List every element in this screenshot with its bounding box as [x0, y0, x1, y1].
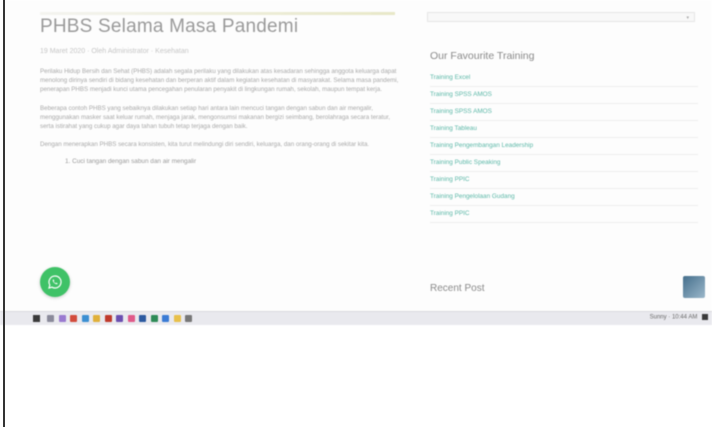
search-input[interactable]: ▾	[427, 12, 695, 22]
article: PHBS Selama Masa Pandemi 19 Maret 2020 ·…	[40, 16, 400, 165]
chrome-icon[interactable]	[70, 315, 77, 322]
header-accent	[40, 12, 395, 15]
screenshot-frame: PHBS Selama Masa Pandemi 19 Maret 2020 ·…	[0, 0, 712, 427]
whatsapp-chat-button[interactable]	[40, 267, 70, 297]
browser-viewport: PHBS Selama Masa Pandemi 19 Maret 2020 ·…	[0, 0, 712, 325]
tray-status-text: Sunny · 10:44 AM	[649, 314, 698, 321]
article-list-item: 1. Cuci tangan dengan sabun dan air meng…	[65, 158, 197, 166]
store-icon[interactable]	[116, 315, 123, 322]
system-tray: Sunny · 10:44 AM	[650, 314, 708, 321]
recent-post-heading: Recent Post	[430, 283, 485, 294]
article-paragraph: Beberapa contoh PHBS yang sebaiknya dila…	[40, 104, 391, 131]
article-meta: 19 Maret 2020 · Oleh Administrator · Kes…	[40, 48, 189, 55]
mail-icon[interactable]	[127, 315, 135, 322]
edge-icon[interactable]	[81, 315, 89, 322]
article-title: PHBS Selama Masa Pandemi	[40, 16, 299, 37]
article-paragraph: Dengan menerapkan PHBS secara konsisten,…	[40, 141, 370, 149]
windows-start-icon[interactable]	[33, 315, 40, 322]
sidebar-link[interactable]: Training Tableau	[430, 121, 698, 138]
sidebar-link[interactable]: Training PPIC	[430, 206, 698, 223]
taskbar: Sunny · 10:44 AM	[0, 311, 712, 325]
word-icon[interactable]	[139, 315, 146, 322]
chevron-down-icon: ▾	[686, 15, 689, 21]
sidebar-link[interactable]: Training Excel	[430, 70, 698, 87]
recent-post-thumbnail[interactable]	[683, 276, 705, 298]
excel-icon[interactable]	[150, 315, 158, 322]
sidebar-link[interactable]: Training SPSS AMOS	[430, 104, 698, 121]
sidebar: Our Favourite Training Training Excel Tr…	[430, 50, 698, 223]
article-body: Perilaku Hidup Bersih dan Sehat (PHBS) a…	[40, 67, 400, 165]
sidebar-link[interactable]: Training PPIC	[430, 172, 698, 189]
sidebar-link[interactable]: Training Pengembangan Leadership	[430, 138, 698, 155]
vscode-icon[interactable]	[162, 315, 169, 322]
explorer-icon[interactable]	[93, 315, 100, 322]
whatsapp-icon	[48, 275, 62, 289]
sidebar-heading: Our Favourite Training	[430, 50, 535, 62]
frame-edge-line	[3, 0, 5, 427]
notification-icon[interactable]	[702, 314, 708, 320]
media-icon[interactable]	[104, 315, 112, 322]
sidebar-link[interactable]: Training Public Speaking	[430, 155, 698, 172]
sidebar-link[interactable]: Training SPSS AMOS	[430, 87, 698, 104]
search-icon[interactable]	[47, 315, 54, 322]
article-paragraph: Perilaku Hidup Bersih dan Sehat (PHBS) a…	[40, 68, 399, 94]
folder-icon[interactable]	[173, 315, 181, 322]
sidebar-link[interactable]: Training Pengelolaan Gudang	[430, 189, 698, 206]
task-view-icon[interactable]	[58, 315, 66, 322]
settings-icon[interactable]	[185, 315, 192, 322]
